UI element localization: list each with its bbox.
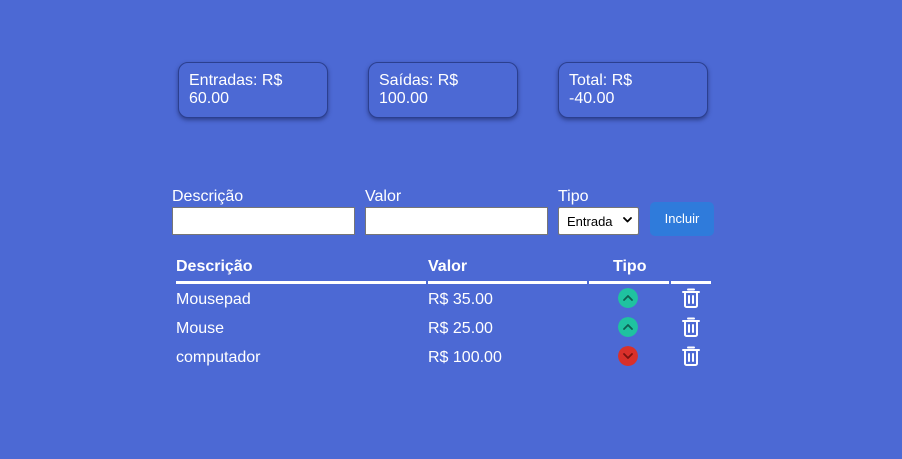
row-valor: R$ 25.00 <box>428 320 493 337</box>
row-descricao: computador <box>176 349 261 366</box>
header-descricao: Descrição <box>176 258 253 275</box>
header-rule-valor <box>428 281 587 284</box>
descricao-input[interactable] <box>172 207 355 235</box>
row-descricao: Mouse <box>176 320 225 337</box>
header-tipo: Tipo <box>613 258 647 275</box>
row-valor: R$ 100.00 <box>428 349 502 366</box>
valor-input[interactable] <box>365 207 548 235</box>
saidas-card: Saídas: R$ 100.00 <box>368 62 518 118</box>
chevron-down-circle-icon <box>618 346 638 366</box>
total-label: Total: R$ <box>569 72 633 89</box>
descricao-field-label: Descrição <box>172 188 244 205</box>
saidas-value: 100.00 <box>379 90 428 107</box>
total-value: -40.00 <box>569 90 615 107</box>
valor-field-label: Valor <box>365 188 402 205</box>
row-valor: R$ 35.00 <box>428 291 493 308</box>
row-descricao: Mousepad <box>176 291 251 308</box>
header-rule-descricao <box>176 281 426 284</box>
header-rule-actions <box>671 281 711 284</box>
total-card: Total: R$ -40.00 <box>558 62 708 118</box>
chevron-up-circle-icon <box>618 317 638 337</box>
chevron-up-circle-icon <box>618 288 638 308</box>
tipo-field-label: Tipo <box>558 188 589 205</box>
entradas-card: Entradas: R$ 60.00 <box>178 62 328 118</box>
saidas-label: Saídas: R$ <box>379 72 459 89</box>
chevron-down-icon <box>623 217 632 223</box>
trash-icon[interactable] <box>681 345 701 367</box>
header-rule-tipo <box>589 281 669 284</box>
incluir-button[interactable]: Incluir <box>650 202 714 236</box>
trash-icon[interactable] <box>681 287 701 309</box>
header-valor: Valor <box>428 258 468 275</box>
entradas-value: 60.00 <box>189 90 230 107</box>
tipo-select-value: Entrada <box>567 214 613 229</box>
tipo-select[interactable]: Entrada <box>558 207 639 235</box>
entradas-label: Entradas: R$ <box>189 72 283 89</box>
trash-icon[interactable] <box>681 316 701 338</box>
